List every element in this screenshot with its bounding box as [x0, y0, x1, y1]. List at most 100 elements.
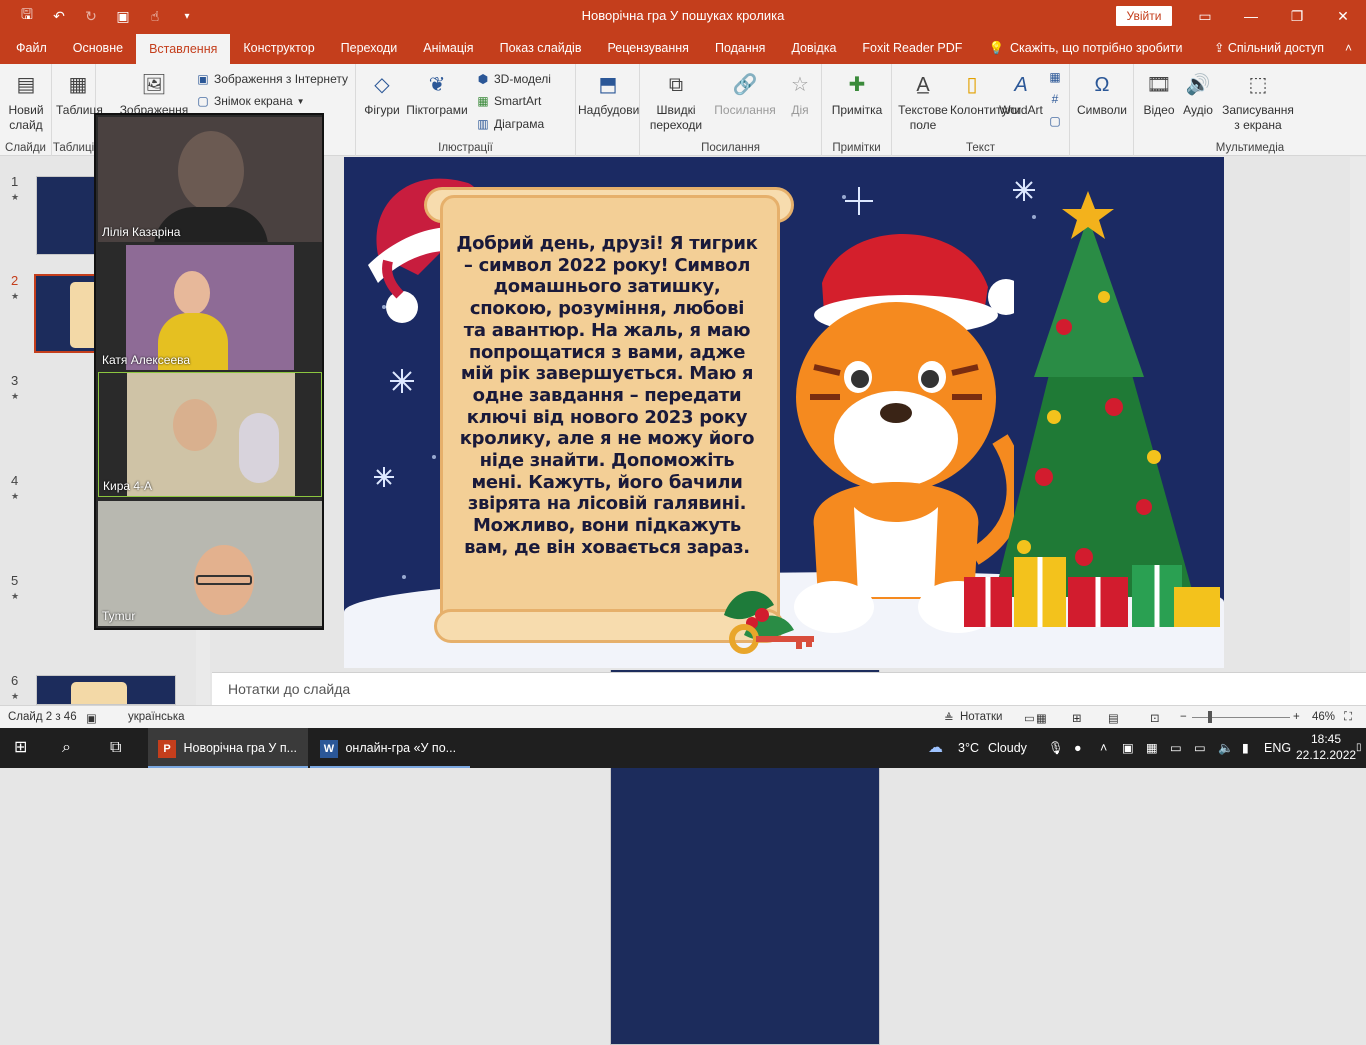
symbols-button[interactable]: Ω Символи [1072, 70, 1132, 118]
tab-6[interactable]: Показ слайдів [487, 32, 595, 64]
slide-thumbnail-6[interactable] [36, 675, 176, 705]
link-button[interactable]: 🔗 Посилання [710, 70, 780, 118]
minimize-icon[interactable]: — [1228, 0, 1274, 32]
screen-recording-button[interactable]: ⬚ Записування з екрана [1218, 70, 1298, 133]
zoom-out-icon[interactable]: − [1180, 711, 1187, 723]
tab-5[interactable]: Анімація [410, 32, 486, 64]
present-icon[interactable]: ▣ [114, 8, 132, 25]
taskbar-powerpoint[interactable]: P Новорічна гра У п... [148, 728, 308, 768]
addins-button[interactable]: ⬒ Надбудови [578, 70, 639, 118]
restore-icon[interactable]: ❐ [1274, 0, 1320, 32]
zoom-level[interactable]: 46% [1312, 711, 1335, 723]
tab-2[interactable]: Вставлення [136, 34, 231, 64]
participant-tile[interactable]: Лілія Казаріна [98, 117, 322, 242]
object-button[interactable]: ▢ [1048, 114, 1062, 128]
participant-tile[interactable]: Tymur [98, 501, 322, 626]
header-footer-button[interactable]: ▯ Колонтитули [950, 70, 1021, 118]
icons-button[interactable]: ❦ Піктограми [404, 70, 470, 118]
images-button[interactable]: 🖼 Зображення [116, 70, 192, 118]
keyboard-language[interactable]: ENG [1264, 728, 1291, 768]
group-media: 🎞 Відео 🔊 Аудіо ⬚ Записування з екрана Муль… [1134, 64, 1366, 156]
search-icon[interactable]: ⌕ [62, 728, 71, 768]
notes-toggle-icon[interactable]: ≜ [944, 711, 954, 725]
sign-in-button[interactable]: Увійти [1116, 6, 1172, 26]
participant-name: Кира 4-А [103, 479, 153, 493]
tab-3[interactable]: Конструктор [230, 32, 327, 64]
ribbon-collapse-icon[interactable]: ˄ [1345, 32, 1352, 64]
fit-slide-icon[interactable]: ⛶ [1344, 711, 1352, 724]
slide-canvas[interactable]: Добрий день, друзі! Я тигрик – символ 20… [344, 157, 1224, 668]
participant-tile-active[interactable]: Кира 4-А [98, 372, 322, 497]
chart-button[interactable]: ▥ Діаграма [476, 117, 544, 131]
participant-face [173, 399, 217, 451]
show-hidden-icons[interactable]: ˄ [1100, 728, 1107, 768]
tab-0[interactable]: Файл [3, 32, 60, 64]
tray-app-icon[interactable]: ▦ [1146, 728, 1158, 768]
slide-number-button[interactable]: # [1048, 92, 1062, 106]
redo-icon[interactable]: ↻ [82, 8, 100, 25]
slide-sorter-icon[interactable]: ⊞ [1072, 711, 1082, 725]
taskbar-word[interactable]: W онлайн-гра «У по... [310, 728, 470, 768]
touch-mode-icon[interactable]: ☝ [146, 8, 164, 25]
task-view-icon[interactable]: ⧉ [110, 728, 121, 768]
tab-10[interactable]: Foxit Reader PDF [849, 32, 975, 64]
tab-1[interactable]: Основне [60, 32, 136, 64]
language-indicator[interactable]: українська [128, 711, 185, 723]
weather-text[interactable]: Cloudy [988, 728, 1027, 768]
tab-8[interactable]: Подання [702, 32, 778, 64]
reading-view-icon[interactable]: ▤ [1108, 711, 1119, 725]
zoom-slider[interactable] [1192, 717, 1290, 718]
save-icon[interactable]: 🖫 [18, 4, 36, 28]
textbox-button[interactable]: A̲ Текстове поле [896, 70, 950, 133]
spellcheck-icon[interactable]: ▣ [86, 711, 97, 725]
speaker-icon[interactable]: 🔈 [1218, 728, 1234, 768]
notes-toggle-button[interactable]: Нотатки [960, 711, 1002, 723]
comment-button[interactable]: ✚ Примітка [826, 70, 888, 118]
zoom-tray-icon[interactable]: ● [1074, 728, 1082, 768]
slideshow-icon[interactable]: ⊡ [1150, 711, 1160, 725]
quick-links-label: Швидкі переходи [649, 103, 703, 132]
tell-me-search[interactable]: 💡 Скажіть, що потрібно зробити [975, 32, 1195, 64]
normal-view-icon[interactable]: ▦ [1036, 711, 1047, 725]
wordart-button[interactable]: A WordArt [996, 70, 1046, 118]
3d-models-button[interactable]: ⬢ 3D-моделі [476, 72, 551, 86]
audio-button[interactable]: 🔊 Аудіо [1178, 70, 1218, 118]
display-icon[interactable]: ▭ [1194, 728, 1206, 768]
tab-4[interactable]: Переходи [328, 32, 411, 64]
network-icon[interactable]: ▭ [1170, 728, 1182, 768]
online-images-button[interactable]: ▣ Зображення з Інтернету [196, 72, 348, 86]
share-button[interactable]: ⇪ Спільний доступ [1214, 32, 1324, 64]
date-time-button[interactable]: ▦ [1048, 70, 1062, 84]
customize-qat-icon[interactable]: ▾ [178, 11, 196, 22]
action-button[interactable]: ☆ Дія [780, 70, 820, 118]
microphone-icon[interactable]: 🎙 [1048, 728, 1064, 768]
ribbon-display-icon[interactable]: ▭ [1182, 0, 1228, 32]
notifications-icon[interactable]: ▯ [1356, 728, 1362, 768]
zoom-in-icon[interactable]: + [1293, 711, 1300, 723]
zoom-slider-thumb[interactable] [1208, 711, 1212, 723]
undo-icon[interactable]: ↶ [50, 8, 68, 25]
share-label: Спільний доступ [1227, 41, 1324, 55]
weather-temp[interactable]: 3°C [958, 728, 979, 768]
video-button[interactable]: 🎞 Відео [1138, 70, 1180, 118]
notes-pane[interactable]: Нотатки до слайда [212, 672, 1366, 705]
slide-scrollbar[interactable] [1350, 157, 1366, 670]
smartart-button[interactable]: ▦ SmartArt [476, 94, 541, 108]
clock[interactable]: 18:45 22.12.2022 [1296, 731, 1356, 763]
participant-name: Катя Алексеева [102, 353, 191, 367]
slide-body-text[interactable]: Добрий день, друзі! Я тигрик – символ 20… [456, 233, 758, 559]
battery-icon[interactable]: ▮ [1242, 728, 1249, 768]
participant-tile[interactable]: Катя Алексеева [98, 245, 322, 370]
table-button[interactable]: ▦ Таблиця [56, 70, 103, 118]
tab-9[interactable]: Довідка [778, 32, 849, 64]
close-icon[interactable]: ✕ [1320, 0, 1366, 32]
screenshot-button[interactable]: ▢ Знімок екрана ▼ [196, 94, 304, 108]
tab-7[interactable]: Рецензування [594, 32, 701, 64]
shapes-button[interactable]: ◇ Фігури [360, 70, 404, 118]
start-icon[interactable]: ⊞ [14, 728, 27, 768]
quick-links-button[interactable]: ⧉ Швидкі переходи [644, 70, 708, 133]
tray-app-icon[interactable]: ▣ [1122, 728, 1134, 768]
new-slide-button[interactable]: ▤ Новий слайд [2, 70, 50, 133]
video-call-panel: Лілія Казаріна Катя Алексеева Кира 4-А T… [94, 113, 324, 630]
comments-icon[interactable]: ▭ [1024, 711, 1035, 725]
